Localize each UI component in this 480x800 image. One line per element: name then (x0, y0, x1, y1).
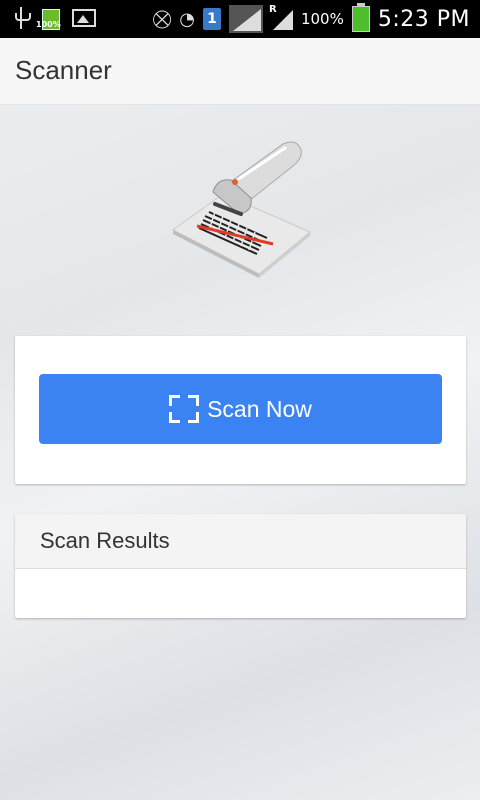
barcode-scanner-icon (165, 134, 315, 280)
scan-card: Scan Now (15, 336, 466, 484)
scan-now-label: Scan Now (207, 395, 312, 422)
mute-icon: ⛒ (152, 8, 172, 30)
usb-icon (14, 7, 31, 29)
battery-icon (351, 3, 370, 32)
scan-results-title: Scan Results (40, 528, 170, 553)
signal-roaming-icon: R (269, 4, 293, 30)
scan-results-list (15, 569, 466, 618)
image-icon (72, 9, 96, 27)
system-icons: ⛒ ◔ 1 R 100% 5:23 PM (153, 2, 470, 36)
app-title: Scanner (15, 55, 112, 85)
notification-icons: 100% (14, 6, 96, 30)
app-bar: Scanner (0, 38, 480, 105)
scan-results-header: Scan Results (15, 514, 466, 569)
battery-icon: 100% (36, 6, 61, 30)
status-bar: 100% ⛒ ◔ 1 R 100% 5:23 PM (0, 0, 480, 38)
signal-icon (228, 5, 263, 33)
clock: 5:23 PM (377, 6, 470, 32)
sim-icon: 1 (202, 8, 221, 30)
battery-percent: 100% (300, 10, 344, 28)
scan-frame-icon (169, 395, 200, 423)
wifi-icon: ◔ (179, 8, 195, 30)
scan-results-card: Scan Results (15, 514, 466, 618)
scan-now-button[interactable]: Scan Now (39, 374, 442, 444)
